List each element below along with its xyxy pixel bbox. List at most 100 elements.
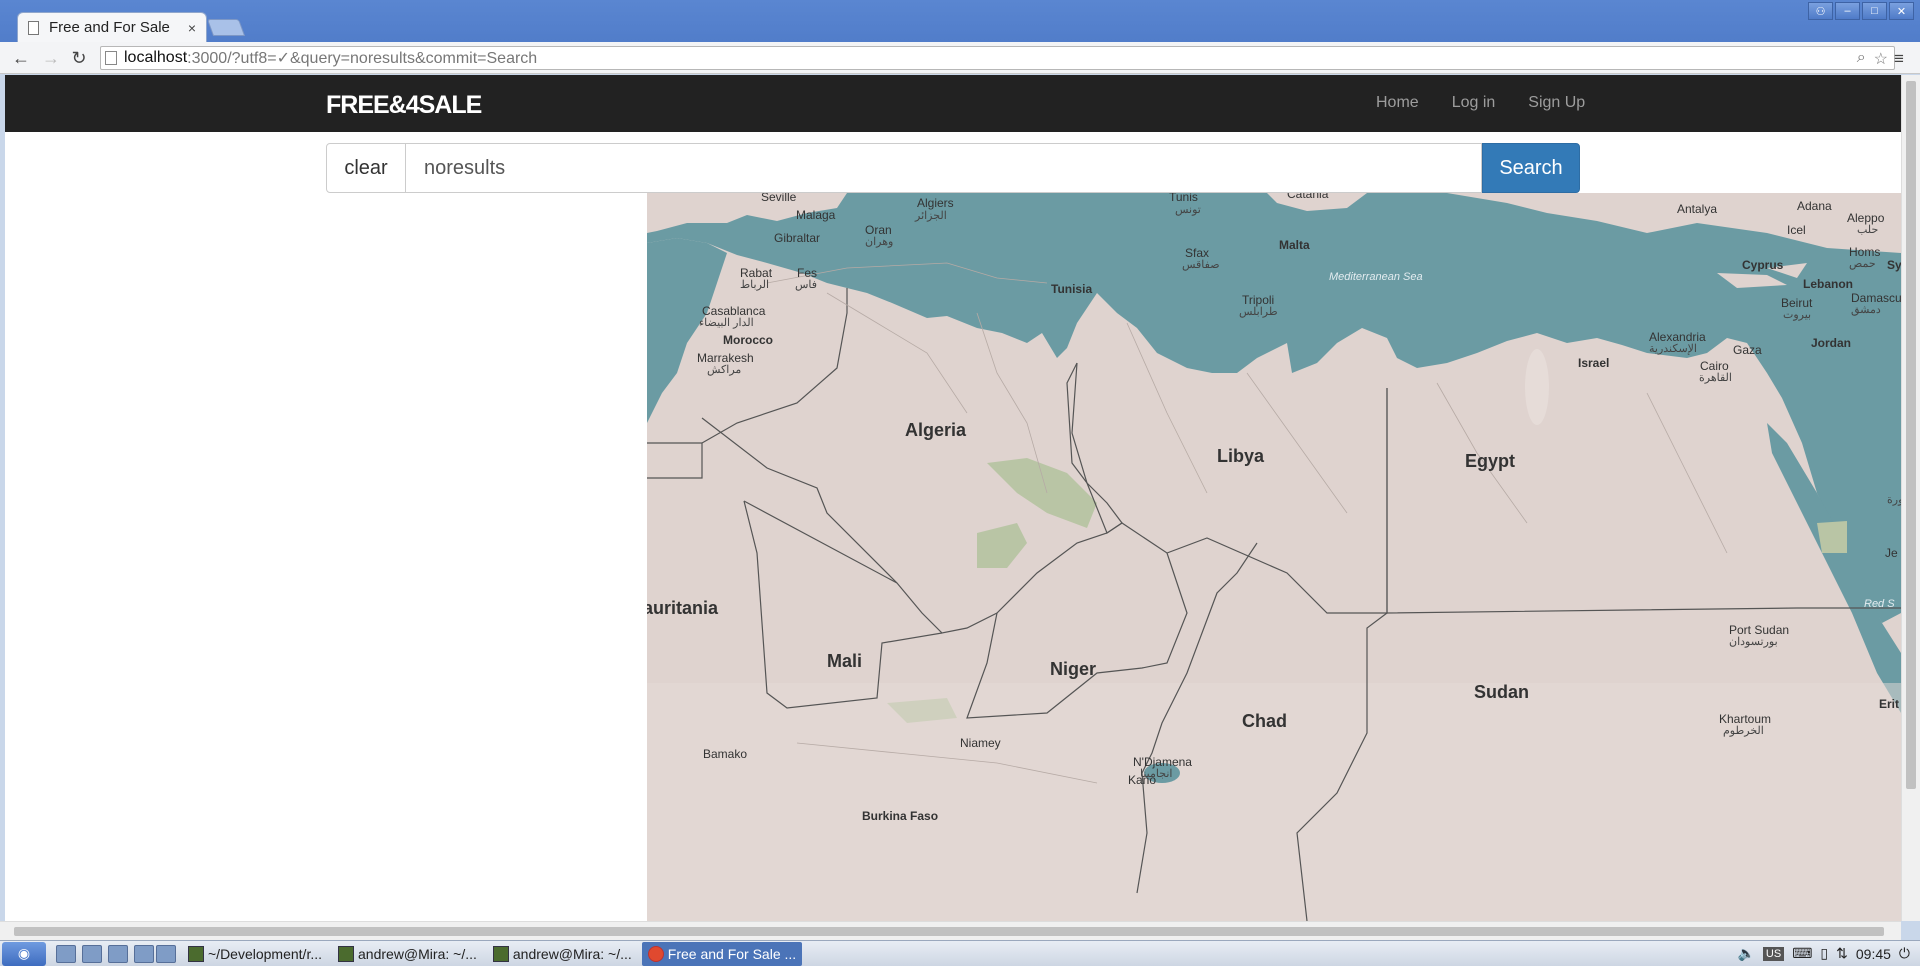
map-label-israel: Israel: [1578, 356, 1610, 370]
clear-button[interactable]: clear: [326, 143, 406, 193]
map-label-red-sea: Red S: [1864, 598, 1895, 610]
system-tray: 🔈 US ⌨ ▯ ⇅ 09:45 ⏻: [1737, 945, 1910, 962]
horizontal-scroll-thumb[interactable]: [14, 927, 1884, 936]
terminal-icon[interactable]: [82, 944, 102, 963]
map-city: Antalya: [1677, 202, 1718, 216]
map-city: Algiers: [917, 196, 954, 210]
taskbar-item-active[interactable]: Free and For Sale ...: [641, 941, 803, 966]
map-label-mali: Mali: [827, 651, 863, 671]
file-manager-icon[interactable]: [56, 944, 76, 963]
map-label-tunisia: Tunisia: [1051, 282, 1093, 296]
browser-tab[interactable]: Free and For Sale ×: [17, 12, 207, 42]
map-label-lebanon: Lebanon: [1803, 277, 1853, 291]
map-city: Seville: [761, 193, 797, 204]
map-city: دمشق: [1851, 304, 1881, 316]
volume-icon[interactable]: 🔈: [1737, 945, 1754, 962]
horizontal-scrollbar[interactable]: [0, 921, 1901, 940]
taskbar-item[interactable]: ~/Development/r...: [182, 942, 328, 966]
workspace-2-icon[interactable]: [156, 944, 176, 963]
map-city: Malaga: [796, 208, 836, 222]
app-icon: [188, 945, 204, 962]
map-label-egypt: Egypt: [1465, 451, 1516, 471]
reload-icon[interactable]: ↻: [66, 45, 92, 71]
map-city: تونس: [1175, 204, 1201, 216]
map-view[interactable]: Algeria Libya Egypt Mali Niger Chad Suda…: [647, 193, 1901, 921]
user-icon[interactable]: ⚇: [1808, 2, 1833, 20]
map-label-mauritania: auritania: [647, 598, 719, 618]
menu-icon[interactable]: ≡: [1894, 49, 1910, 69]
vertical-scroll-thumb[interactable]: [1906, 81, 1916, 789]
map-label-algeria: Algeria: [905, 420, 967, 440]
map-city: حلب: [1857, 224, 1879, 236]
map-city: حمص: [1849, 258, 1876, 270]
map-city: Catania: [1287, 193, 1329, 201]
vertical-scrollbar[interactable]: [1901, 75, 1920, 921]
address-bar[interactable]: localhost :3000/?utf8=✓&query=noresults&…: [100, 46, 1895, 70]
map-city: Kano: [1128, 773, 1157, 787]
map-city: مراكش: [707, 364, 742, 376]
page-viewport: FREE&4SALE Home Log in Sign Up clear nor…: [5, 75, 1901, 921]
clock[interactable]: 09:45: [1856, 946, 1891, 962]
results-sidebar: [5, 193, 647, 921]
url-path: :3000/?utf8=✓&query=noresults&commit=Sea…: [187, 50, 538, 67]
map-label-eritrea: Erit: [1879, 697, 1900, 711]
zoom-icon[interactable]: ⌕: [1857, 49, 1866, 69]
map-label-jordan: Jordan: [1811, 336, 1852, 350]
map-city: الإسكندرية: [1649, 343, 1697, 355]
map-label-niger: Niger: [1050, 659, 1097, 679]
site-navbar: FREE&4SALE Home Log in Sign Up: [5, 75, 1901, 132]
map-label-chad: Chad: [1242, 711, 1287, 731]
map-city: الرباط: [740, 279, 770, 291]
chrome-icon: [647, 945, 664, 962]
map-label-cyprus: Cyprus: [1742, 258, 1784, 272]
bookmark-star-icon[interactable]: ☆: [1874, 49, 1888, 69]
start-menu-icon[interactable]: ◉: [2, 941, 46, 966]
keyboard-layout[interactable]: US: [1762, 946, 1785, 961]
taskbar-item[interactable]: andrew@Mira: ~/...: [332, 942, 483, 966]
atlantic-ocean-shape: [647, 238, 727, 423]
search-input[interactable]: noresults: [406, 143, 1482, 193]
map-city: صفاقس: [1182, 259, 1220, 271]
nav-links: Home Log in Sign Up: [1376, 94, 1618, 112]
battery-icon[interactable]: ▯: [1820, 945, 1828, 962]
map-city: القاهرة: [1699, 372, 1732, 384]
map-city: Niamey: [960, 736, 1001, 750]
map-label-syria: Syri: [1887, 258, 1901, 272]
terminal-app-icon: [492, 945, 509, 962]
map-city: Gibraltar: [774, 231, 821, 245]
nav-login-link[interactable]: Log in: [1452, 94, 1496, 112]
tab-close-icon[interactable]: ×: [188, 20, 196, 36]
url-host: localhost: [124, 49, 188, 66]
map-city: فاس: [795, 279, 818, 291]
map-label-malta: Malta: [1279, 238, 1310, 252]
network-icon[interactable]: ⇅: [1836, 945, 1848, 962]
nav-signup-link[interactable]: Sign Up: [1528, 94, 1585, 112]
page-info-icon: [105, 51, 117, 65]
workspace-1-icon[interactable]: [134, 944, 154, 963]
map-city: Gaza: [1733, 343, 1762, 357]
map-city: وهران: [865, 236, 894, 248]
map-label-burkina-faso: Burkina Faso: [862, 809, 939, 823]
forward-arrow-icon[interactable]: →: [38, 45, 64, 71]
map-label-mediterranean: Mediterranean Sea: [1329, 271, 1423, 283]
tab-title: Free and For Sale: [49, 19, 170, 36]
close-window-button[interactable]: ✕: [1889, 2, 1914, 20]
site-brand[interactable]: FREE&4SALE: [326, 91, 482, 120]
map-city: Icel: [1787, 223, 1806, 237]
map-city: الخرطوم: [1723, 725, 1764, 737]
map-city: طرابلس: [1239, 306, 1278, 318]
os-taskbar: ◉ ~/Development/r... andrew@Mira: ~/... …: [0, 940, 1920, 966]
search-button[interactable]: Search: [1482, 143, 1580, 193]
minimize-button[interactable]: –: [1835, 2, 1860, 20]
show-desktop-icon[interactable]: [108, 944, 128, 963]
taskbar-item[interactable]: andrew@Mira: ~/...: [487, 942, 638, 966]
new-tab-button[interactable]: [206, 19, 246, 36]
back-arrow-icon[interactable]: ←: [8, 45, 34, 71]
vegetation-area: [1817, 521, 1847, 553]
keyboard-icon[interactable]: ⌨: [1792, 945, 1812, 962]
vegetation-area: [977, 523, 1027, 568]
terminal-app-icon: [338, 945, 355, 962]
maximize-button[interactable]: □: [1862, 2, 1887, 20]
power-icon[interactable]: ⏻: [1899, 945, 1910, 962]
nav-home-link[interactable]: Home: [1376, 94, 1419, 112]
